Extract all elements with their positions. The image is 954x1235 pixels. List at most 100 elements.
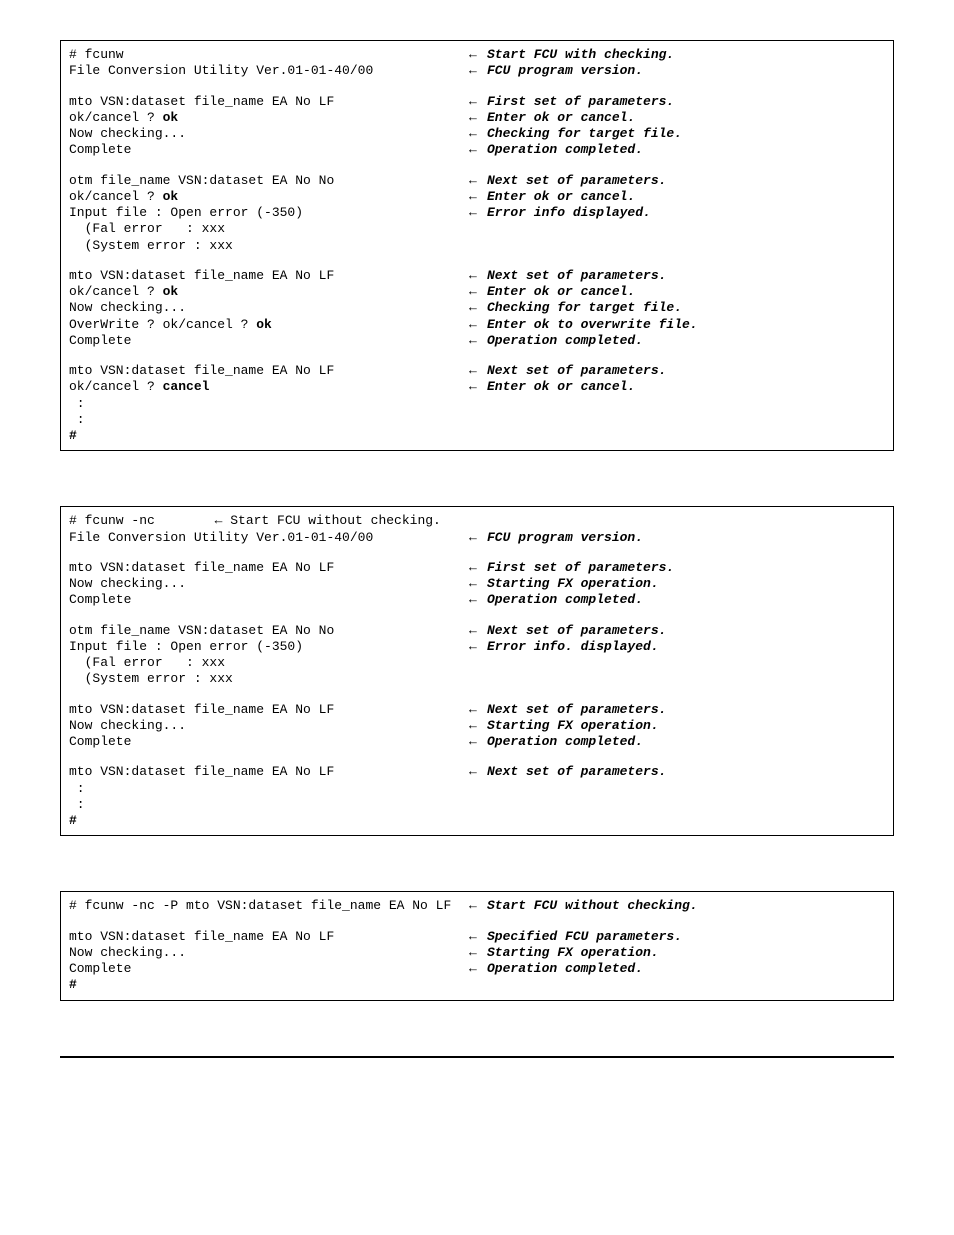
terminal-line: Now checking...← Starting FX operation. xyxy=(69,945,885,961)
terminal-text: otm file_name VSN:dataset EA No No xyxy=(69,623,469,639)
terminal-text: mto VSN:dataset file_name EA No LF xyxy=(69,929,469,945)
annotation-text: Start FCU without checking. xyxy=(487,898,698,914)
terminal-line: # xyxy=(69,813,885,829)
terminal-line: Complete← Operation completed. xyxy=(69,734,885,750)
terminal-line: Input file : Open error (-350)← Error in… xyxy=(69,639,885,655)
arrow-left-icon: ← xyxy=(469,576,487,592)
annotation-text: Specified FCU parameters. xyxy=(487,929,682,945)
arrow-left-icon: ← xyxy=(469,379,487,395)
terminal-text: Complete xyxy=(69,734,469,750)
terminal-line: File Conversion Utility Ver.01-01-40/00←… xyxy=(69,63,885,79)
annotation-text: Starting FX operation. xyxy=(487,945,659,961)
terminal-line: ok/cancel ? ok← Enter ok or cancel. xyxy=(69,110,885,126)
annotation-text: Next set of parameters. xyxy=(487,764,666,780)
terminal-line: # fcunw -nc -P mto VSN:dataset file_name… xyxy=(69,898,885,914)
arrow-left-icon: ← xyxy=(469,898,487,914)
terminal-text: : xyxy=(69,412,469,428)
terminal-line: mto VSN:dataset file_name EA No LF← Next… xyxy=(69,363,885,379)
terminal-line: Now checking...← Checking for target fil… xyxy=(69,126,885,142)
annotation-text: Next set of parameters. xyxy=(487,173,666,189)
arrow-left-icon: ← xyxy=(469,317,487,333)
arrow-left-icon: ← xyxy=(469,592,487,608)
annotation-text: Checking for target file. xyxy=(487,300,682,316)
arrow-left-icon: ← xyxy=(469,63,487,79)
terminal-line: : xyxy=(69,396,885,412)
terminal-text: Now checking... xyxy=(69,945,469,961)
terminal-line: mto VSN:dataset file_name EA No LF← Firs… xyxy=(69,94,885,110)
terminal-text: Complete xyxy=(69,961,469,977)
terminal-line: Complete← Operation completed. xyxy=(69,592,885,608)
terminal-line: mto VSN:dataset file_name EA No LF← Firs… xyxy=(69,560,885,576)
arrow-left-icon: ← xyxy=(469,142,487,158)
terminal-text: Now checking... xyxy=(69,718,469,734)
annotation-text: First set of parameters. xyxy=(487,560,674,576)
user-input: # xyxy=(69,813,77,828)
terminal-text: # xyxy=(69,977,469,993)
terminal-box-3: # fcunw -nc -P mto VSN:dataset file_name… xyxy=(60,891,894,1000)
terminal-line: mto VSN:dataset file_name EA No LF← Next… xyxy=(69,764,885,780)
annotation-text: Operation completed. xyxy=(487,592,643,608)
arrow-left-icon: ← xyxy=(469,734,487,750)
arrow-left-icon: ← xyxy=(469,126,487,142)
terminal-text: # xyxy=(69,428,469,444)
arrow-left-icon: ← xyxy=(469,530,487,546)
terminal-text: ok/cancel ? ok xyxy=(69,110,469,126)
annotation-text: Enter ok or cancel. xyxy=(487,379,635,395)
terminal-text: mto VSN:dataset file_name EA No LF xyxy=(69,94,469,110)
terminal-text: OverWrite ? ok/cancel ? ok xyxy=(69,317,469,333)
annotation-text: Error info displayed. xyxy=(487,205,651,221)
terminal-text: mto VSN:dataset file_name EA No LF xyxy=(69,268,469,284)
terminal-box-1: # fcunw← Start FCU with checking.File Co… xyxy=(60,40,894,451)
annotation-text: First set of parameters. xyxy=(487,94,674,110)
terminal-line: Input file : Open error (-350)← Error in… xyxy=(69,205,885,221)
terminal-line: ok/cancel ? ok← Enter ok or cancel. xyxy=(69,189,885,205)
annotation-text: Enter ok or cancel. xyxy=(487,110,635,126)
terminal-line: : xyxy=(69,781,885,797)
terminal-line: OverWrite ? ok/cancel ? ok← Enter ok to … xyxy=(69,317,885,333)
arrow-left-icon: ← xyxy=(469,333,487,349)
terminal-text: Complete xyxy=(69,142,469,158)
terminal-line: : xyxy=(69,412,885,428)
terminal-line: Complete← Operation completed. xyxy=(69,142,885,158)
terminal-line: Complete← Operation completed. xyxy=(69,961,885,977)
terminal-line: Now checking...← Starting FX operation. xyxy=(69,718,885,734)
arrow-left-icon: ← xyxy=(469,173,487,189)
terminal-text: # xyxy=(69,813,469,829)
terminal-box-2: # fcunw -nc ← Start FCU without checking… xyxy=(60,506,894,836)
user-input: ok xyxy=(163,284,179,299)
arrow-left-icon: ← xyxy=(469,300,487,316)
arrow-left-icon: ← xyxy=(469,94,487,110)
arrow-left-icon: ← xyxy=(469,623,487,639)
terminal-text: Complete xyxy=(69,592,469,608)
annotation-text: Next set of parameters. xyxy=(487,623,666,639)
user-input: ok xyxy=(163,110,179,125)
arrow-left-icon: ← xyxy=(469,47,487,63)
annotation-text: Operation completed. xyxy=(487,734,643,750)
terminal-text: ok/cancel ? cancel xyxy=(69,379,469,395)
terminal-text: ok/cancel ? ok xyxy=(69,284,469,300)
arrow-left-icon: ← xyxy=(199,513,230,529)
terminal-line: File Conversion Utility Ver.01-01-40/00←… xyxy=(69,530,885,546)
terminal-text: # fcunw xyxy=(69,47,469,63)
annotation-text: FCU program version. xyxy=(487,530,643,546)
terminal-line: (System error : xxx xyxy=(69,671,885,687)
terminal-text: mto VSN:dataset file_name EA No LF xyxy=(69,363,469,379)
annotation-text: Operation completed. xyxy=(487,333,643,349)
terminal-text: mto VSN:dataset file_name EA No LF xyxy=(69,764,469,780)
annotation-text: Next set of parameters. xyxy=(487,363,666,379)
user-input: # xyxy=(69,977,77,992)
annotation-text: Start FCU without checking. xyxy=(230,513,441,529)
terminal-line: Now checking...← Checking for target fil… xyxy=(69,300,885,316)
terminal-text: : xyxy=(69,781,469,797)
arrow-left-icon: ← xyxy=(469,764,487,780)
annotation-text: Next set of parameters. xyxy=(487,268,666,284)
annotation-text: Enter ok or cancel. xyxy=(487,189,635,205)
terminal-text: mto VSN:dataset file_name EA No LF xyxy=(69,560,469,576)
terminal-line: # fcunw -nc ← Start FCU without checking… xyxy=(69,513,885,529)
terminal-text: Complete xyxy=(69,333,469,349)
user-input: ok xyxy=(163,189,179,204)
annotation-text: Start FCU with checking. xyxy=(487,47,674,63)
arrow-left-icon: ← xyxy=(469,268,487,284)
arrow-left-icon: ← xyxy=(469,363,487,379)
annotation-text: Starting FX operation. xyxy=(487,576,659,592)
